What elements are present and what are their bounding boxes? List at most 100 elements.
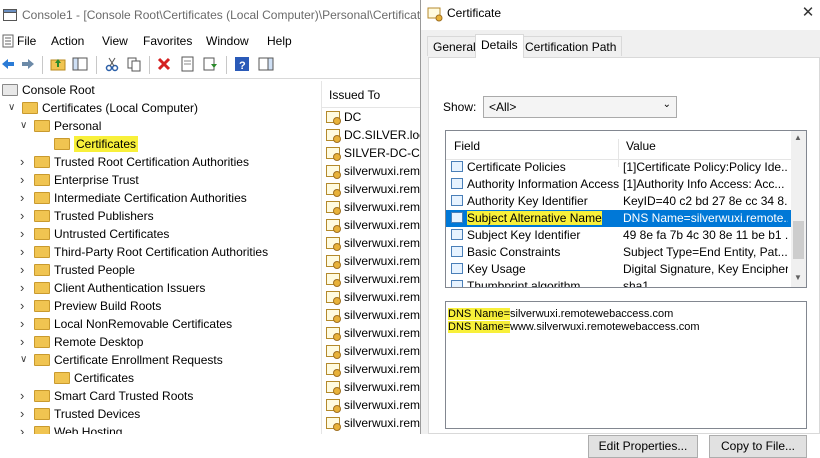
back-arrow-icon[interactable] — [0, 56, 16, 72]
column-issued-to[interactable]: Issued To — [329, 88, 380, 102]
field-row[interactable]: Certificate Policies [1]Certificate Polic… — [446, 159, 791, 176]
system-menu-icon[interactable] — [2, 34, 14, 48]
menu-view[interactable]: View — [102, 34, 128, 48]
list-item[interactable]: silverwuxi.rem — [326, 360, 420, 378]
list-item[interactable]: silverwuxi.rem — [326, 198, 420, 216]
collapsed-chevron-icon[interactable]: › — [20, 207, 24, 225]
tree-item[interactable]: › Trusted Root Certification Authorities — [20, 153, 249, 171]
show-action-pane-icon[interactable] — [258, 56, 274, 72]
tree-item[interactable]: › Untrusted Certificates — [20, 225, 169, 243]
scroll-down-icon[interactable]: ▼ — [794, 273, 802, 282]
list-item[interactable]: silverwuxi.rem — [326, 342, 420, 360]
list-column-header[interactable]: Issued To — [322, 83, 420, 108]
edit-properties-button[interactable]: Edit Properties... — [588, 435, 698, 458]
close-button[interactable]: ✕ — [796, 3, 820, 23]
delete-icon[interactable] — [156, 56, 172, 72]
field-row[interactable]: Authority Information Access [1]Authority… — [446, 176, 791, 193]
tree-item[interactable]: › Trusted Publishers — [20, 207, 154, 225]
list-item[interactable]: silverwuxi.rem — [326, 180, 420, 198]
expanded-chevron-icon[interactable]: ∨ — [8, 99, 15, 117]
fields-scrollbar[interactable]: ▲ ▼ — [791, 131, 806, 287]
list-item[interactable]: silverwuxi.rem — [326, 324, 420, 342]
tree-item[interactable]: › Client Authentication Issuers — [20, 279, 205, 297]
tab-general[interactable]: General — [427, 36, 482, 56]
menu-file[interactable]: File — [17, 34, 36, 48]
field-row[interactable]: Subject Key Identifier 49 8e fa 7b 4c 30 … — [446, 227, 791, 244]
field-row[interactable]: Thumbprint algorithm sha1 — [446, 278, 791, 287]
list-item[interactable]: silverwuxi.rem — [326, 396, 420, 414]
tree-item[interactable]: › Enterprise Trust — [20, 171, 139, 189]
refresh-icon[interactable] — [202, 56, 218, 72]
collapsed-chevron-icon[interactable]: › — [20, 423, 24, 434]
tree-item[interactable]: ∨ Certificate Enrollment Requests — [20, 351, 223, 369]
scroll-up-icon[interactable]: ▲ — [794, 133, 802, 142]
field-row[interactable]: Authority Key Identifier KeyID=40 c2 bd 2… — [446, 193, 791, 210]
tree-item[interactable]: › Trusted People — [20, 261, 135, 279]
field-row[interactable]: Key Usage Digital Signature, Key Encipher… — [446, 261, 791, 278]
list-item[interactable]: silverwuxi.rem — [326, 270, 420, 288]
list-item[interactable]: DC.SILVER.loc — [326, 126, 420, 144]
help-icon[interactable]: ? — [234, 56, 250, 72]
tab-certification-path[interactable]: Certification Path — [519, 36, 623, 56]
expanded-chevron-icon[interactable]: ∨ — [20, 117, 27, 135]
tree-item[interactable]: Certificates — [54, 369, 134, 387]
tree-item[interactable]: › Web Hosting — [20, 423, 122, 434]
menu-action[interactable]: Action — [51, 34, 84, 48]
folder-icon — [34, 300, 50, 312]
collapsed-chevron-icon[interactable]: › — [20, 315, 24, 333]
list-item[interactable]: SILVER-DC-CA — [326, 144, 420, 162]
tree-item[interactable]: › Preview Build Roots — [20, 297, 161, 315]
copy-icon[interactable] — [126, 56, 142, 72]
collapsed-chevron-icon[interactable]: › — [20, 225, 24, 243]
list-item[interactable]: silverwuxi.rem — [326, 252, 420, 270]
tree-item[interactable]: › Intermediate Certification Authorities — [20, 189, 247, 207]
collapsed-chevron-icon[interactable]: › — [20, 153, 24, 171]
collapsed-chevron-icon[interactable]: › — [20, 279, 24, 297]
list-item[interactable]: silverwuxi.rem — [326, 414, 420, 432]
column-field[interactable]: Field — [454, 139, 480, 153]
show-dropdown[interactable]: <All> ⌄ — [483, 96, 677, 118]
field-row[interactable]: Basic Constraints Subject Type=End Entity… — [446, 244, 791, 261]
tree-item[interactable]: ∨ Personal — [20, 117, 101, 135]
menu-help[interactable]: Help — [267, 34, 292, 48]
tree-item[interactable]: Certificates — [54, 135, 139, 153]
show-hide-tree-icon[interactable] — [72, 56, 88, 72]
collapsed-chevron-icon[interactable]: › — [20, 387, 24, 405]
collapsed-chevron-icon[interactable]: › — [20, 297, 24, 315]
scrollbar-thumb[interactable] — [793, 221, 804, 259]
tab-details[interactable]: Details — [475, 34, 524, 58]
tree-item[interactable]: › Trusted Devices — [20, 405, 140, 423]
collapsed-chevron-icon[interactable]: › — [20, 261, 24, 279]
tree-item[interactable]: ∨ Certificates (Local Computer) — [8, 99, 198, 117]
up-folder-icon[interactable] — [50, 56, 66, 72]
list-item[interactable]: silverwuxi.rem — [326, 288, 420, 306]
tree-item[interactable]: Console Root — [2, 81, 95, 99]
collapsed-chevron-icon[interactable]: › — [20, 243, 24, 261]
cut-icon[interactable] — [104, 56, 120, 72]
properties-icon[interactable] — [180, 56, 196, 72]
expanded-chevron-icon[interactable]: ∨ — [20, 351, 27, 369]
collapsed-chevron-icon[interactable]: › — [20, 189, 24, 207]
tree-item[interactable]: › Smart Card Trusted Roots — [20, 387, 193, 405]
copy-to-file-button[interactable]: Copy to File... — [709, 435, 807, 458]
forward-arrow-icon[interactable] — [20, 56, 36, 72]
collapsed-chevron-icon[interactable]: › — [20, 171, 24, 189]
list-item[interactable]: silverwuxi.rem — [326, 306, 420, 324]
list-item[interactable]: DC — [326, 108, 361, 126]
menu-favorites[interactable]: Favorites — [143, 34, 192, 48]
tree-item[interactable]: › Third-Party Root Certification Authorit… — [20, 243, 268, 261]
list-item[interactable]: silverwuxi.rem — [326, 234, 420, 252]
collapsed-chevron-icon[interactable]: › — [20, 333, 24, 351]
field-row-name-text: Basic Constraints — [467, 245, 561, 259]
list-item[interactable]: silverwuxi.rem — [326, 162, 420, 180]
column-value[interactable]: Value — [626, 139, 656, 153]
tree-item[interactable]: › Remote Desktop — [20, 333, 143, 351]
list-item[interactable]: silverwuxi.rem — [326, 378, 420, 396]
field-value-textbox[interactable]: DNS Name=silverwuxi.remotewebaccess.com … — [445, 301, 807, 429]
collapsed-chevron-icon[interactable]: › — [20, 405, 24, 423]
menu-window[interactable]: Window — [206, 34, 249, 48]
tree-item[interactable]: › Local NonRemovable Certificates — [20, 315, 232, 333]
folder-icon — [34, 282, 50, 294]
field-row[interactable]: Subject Alternative Name DNS Name=silverw… — [446, 210, 791, 227]
list-item[interactable]: silverwuxi.rem — [326, 216, 420, 234]
